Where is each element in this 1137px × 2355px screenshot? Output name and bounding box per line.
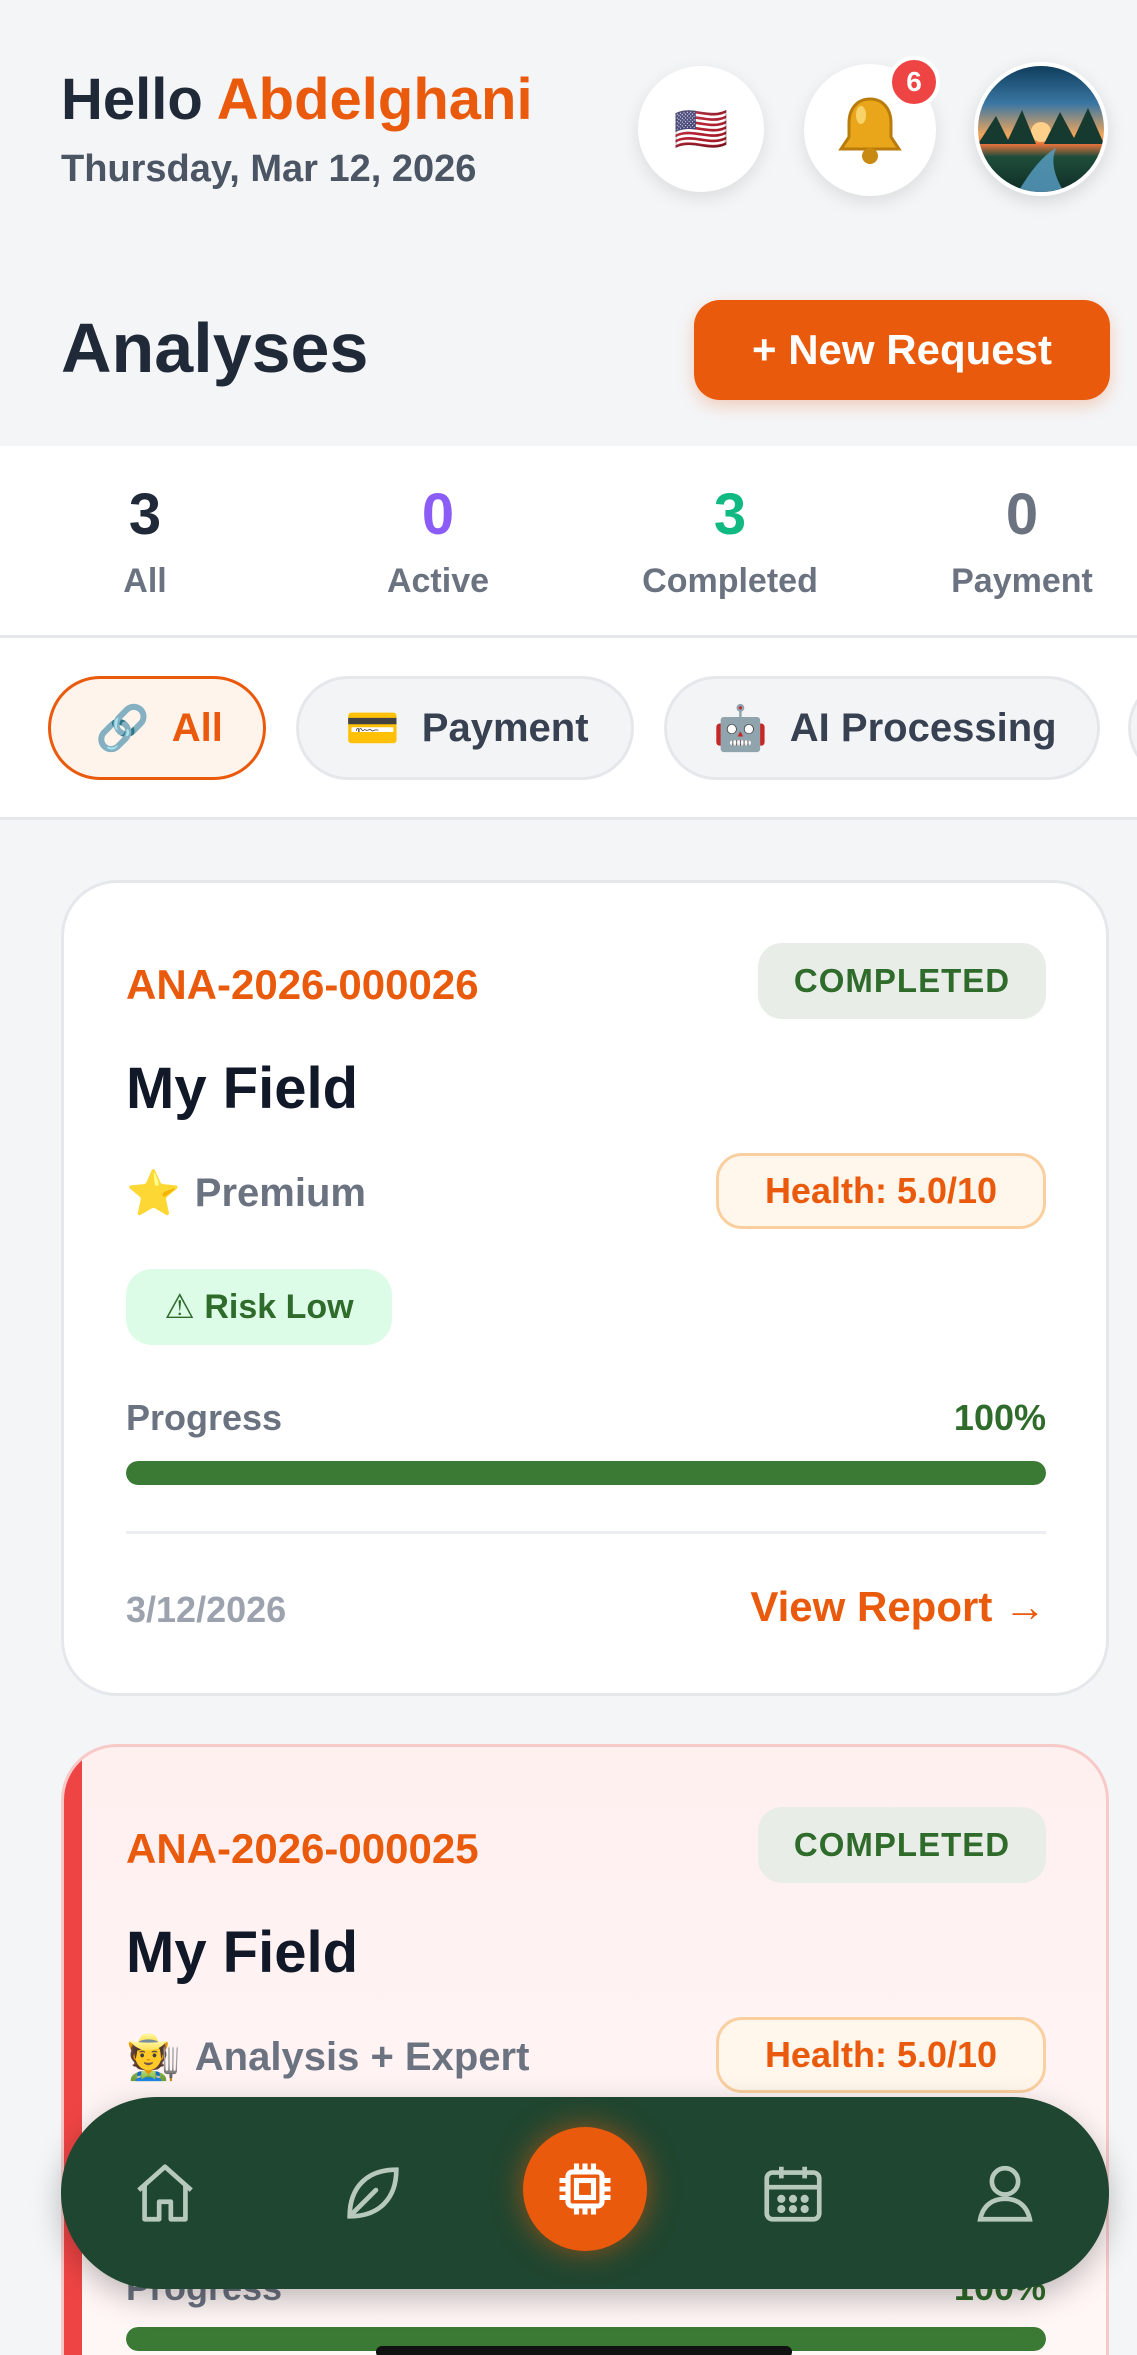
stat-value: 0	[421, 482, 455, 547]
greeting: Hello Abdelghani	[61, 66, 533, 133]
notification-badge: 6	[888, 56, 940, 108]
home-indicator	[376, 2346, 792, 2355]
language-button[interactable]: 🇺🇸	[638, 66, 764, 192]
nav-profile[interactable]	[955, 2143, 1055, 2243]
link-icon: 🔗	[95, 704, 150, 753]
stat-all[interactable]: 3 All	[25, 486, 265, 601]
farmer-icon: 🧑‍🌾	[126, 2033, 181, 2082]
leaf-icon	[347, 2167, 399, 2219]
field-name: My Field	[126, 1920, 359, 1985]
chip-label: AI Processing	[789, 705, 1057, 750]
notifications-button[interactable]: 6	[804, 56, 940, 196]
current-date: Thursday, Mar 12, 2026	[61, 148, 477, 190]
analysis-code: ANA-2026-000025	[126, 1825, 479, 1872]
robot-icon: 🤖	[713, 704, 768, 753]
page-title: Analyses	[61, 309, 369, 387]
profile-icon	[977, 2165, 1033, 2222]
alert-stripe	[64, 1747, 82, 2355]
plan-text: Premium	[194, 1170, 366, 1215]
plan-label: ⭐ Premium	[126, 1167, 366, 1219]
filter-chip-more[interactable]	[1128, 676, 1137, 780]
chip-label: Payment	[421, 705, 589, 750]
stat-label: All	[123, 562, 167, 600]
progress-bar	[126, 1461, 1046, 1485]
filter-chip-ai-processing[interactable]: 🤖 AI Processing	[664, 676, 1100, 780]
risk-badge: ⚠ Risk Low	[126, 1269, 392, 1345]
us-flag-icon: 🇺🇸	[673, 105, 729, 154]
stat-value: 0	[1005, 482, 1039, 547]
stat-active[interactable]: 0 Active	[318, 486, 558, 601]
status-badge: COMPLETED	[758, 1807, 1046, 1883]
stat-label: Payment	[951, 562, 1093, 600]
bottom-nav	[61, 2097, 1109, 2289]
nav-fields[interactable]	[323, 2143, 423, 2243]
progress-fill	[126, 1461, 1046, 1485]
nav-analyses[interactable]	[523, 2127, 647, 2251]
avatar[interactable]	[974, 62, 1108, 196]
plan-label: 🧑‍🌾 Analysis + Expert	[126, 2031, 529, 2083]
stat-label: Active	[386, 562, 490, 600]
chip-icon	[559, 2163, 611, 2215]
field-name: My Field	[126, 1056, 359, 1121]
progress-value: 100%	[953, 1397, 1046, 1438]
divider	[126, 1531, 1046, 1534]
stat-value: 3	[128, 482, 162, 547]
nav-home[interactable]	[115, 2143, 215, 2243]
filter-chip-all[interactable]: 🔗 All	[48, 676, 266, 780]
stat-label: Completed	[642, 562, 818, 600]
stat-value: 3	[713, 482, 747, 547]
credit-card-icon: 💳	[345, 704, 400, 753]
filter-chip-payment[interactable]: 💳 Payment	[296, 676, 634, 780]
chip-label: All	[171, 705, 223, 750]
analysis-card[interactable]: ANA-2026-000026 COMPLETED My Field ⭐ Pre…	[61, 880, 1109, 1696]
stat-completed[interactable]: 3 Completed	[610, 486, 850, 601]
new-request-button[interactable]: + New Request	[694, 300, 1110, 400]
nav-calendar[interactable]	[743, 2143, 843, 2243]
status-badge: COMPLETED	[758, 943, 1046, 1019]
stat-payment[interactable]: 0 Payment	[902, 486, 1137, 601]
bell-icon	[838, 97, 902, 164]
analysis-code: ANA-2026-000026	[126, 961, 479, 1008]
progress-label: Progress	[126, 1397, 283, 1438]
home-icon	[137, 2164, 193, 2222]
greeting-text: Hello	[61, 67, 203, 132]
calendar-icon	[764, 2166, 822, 2222]
health-badge: Health: 5.0/10	[716, 1153, 1046, 1229]
view-report-link[interactable]: View Report →	[750, 1583, 1046, 1631]
analysis-date: 3/12/2026	[126, 1589, 287, 1630]
landscape-avatar-image	[978, 108, 1104, 192]
health-badge: Health: 5.0/10	[716, 2017, 1046, 2093]
stats-bar: 3 All 0 Active 3 Completed 0 Payment	[0, 446, 1137, 638]
plan-text: Analysis + Expert	[194, 2034, 530, 2079]
user-name: Abdelghani	[216, 67, 533, 132]
filter-chips: 🔗 All 💳 Payment 🤖 AI Processing	[0, 638, 1137, 820]
star-icon: ⭐	[126, 1169, 181, 1218]
